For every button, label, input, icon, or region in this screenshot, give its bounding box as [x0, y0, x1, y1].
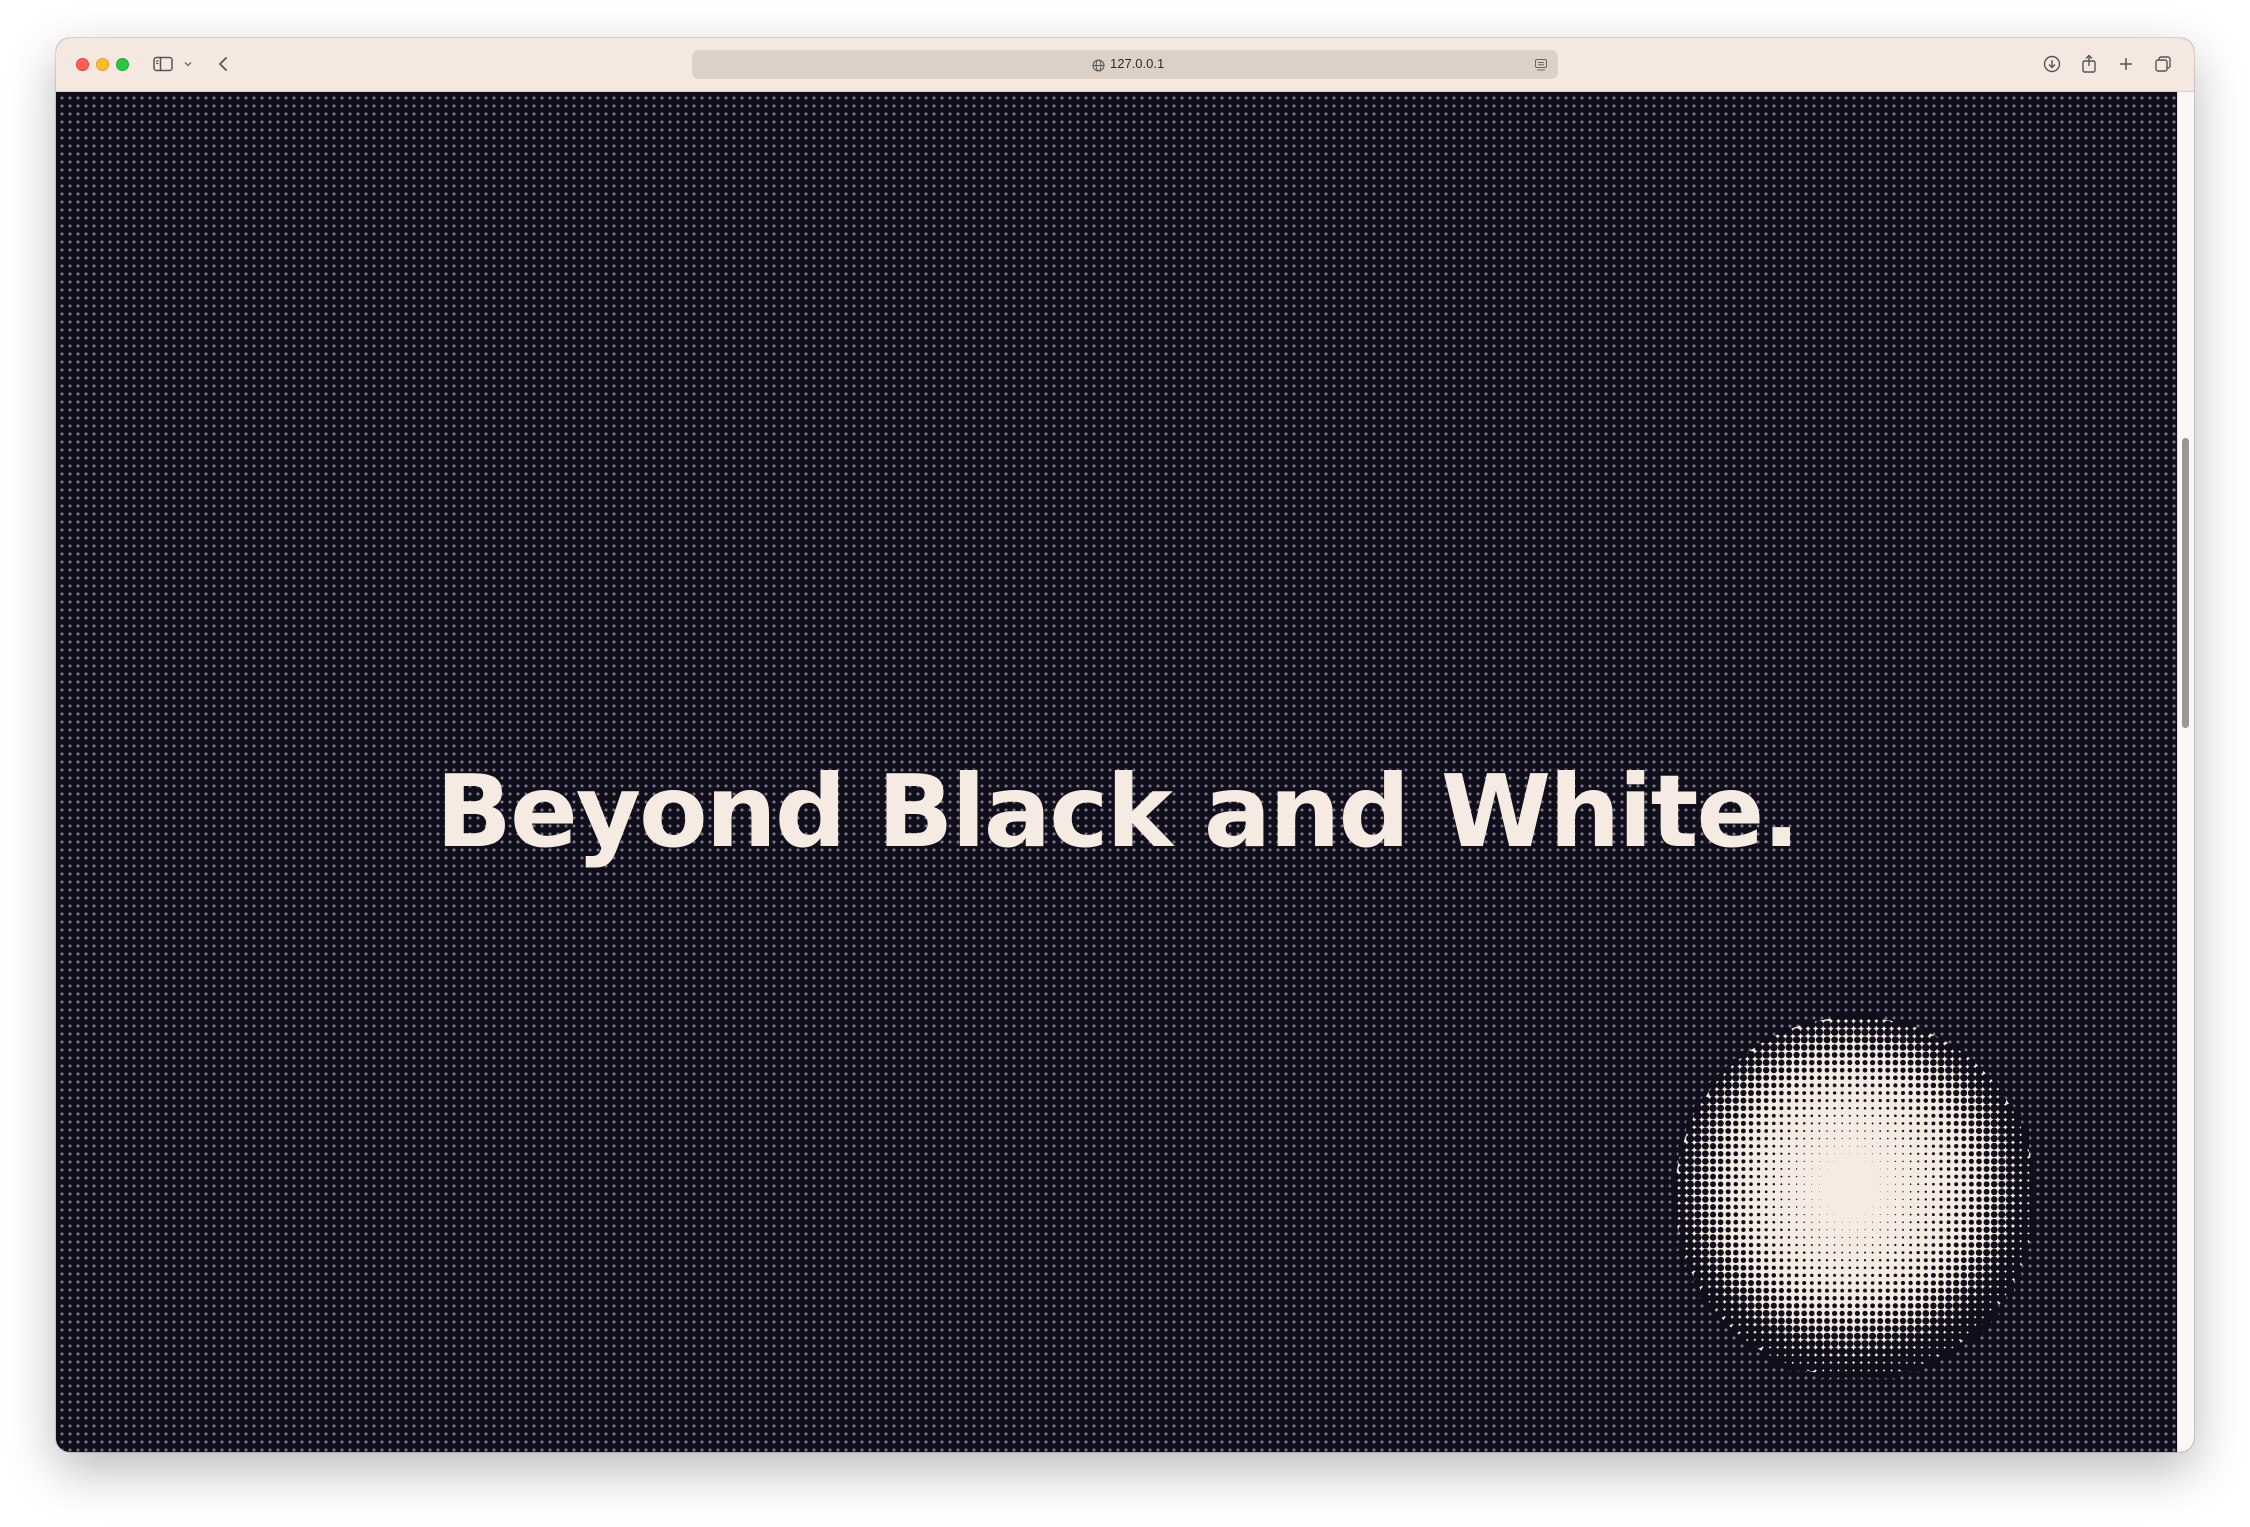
vertical-scrollbar[interactable] [2177, 92, 2194, 1452]
reader-mode-icon[interactable] [1534, 57, 1548, 76]
address-url: 127.0.0.1 [1110, 56, 1165, 71]
share-icon[interactable] [2080, 52, 2098, 76]
browser-toolbar: 127.0.0.1 [56, 38, 2194, 92]
page-content: Beyond Black and White. [56, 92, 2178, 1452]
scrollbar-thumb[interactable] [2182, 438, 2189, 728]
sidebar-icon[interactable] [152, 52, 174, 76]
browser-window: 127.0.0.1 Beyond Black and White. [56, 38, 2194, 1452]
page-headline: Beyond Black and White. [435, 753, 1801, 870]
zoom-window-button[interactable] [116, 58, 129, 71]
globe-icon [1092, 57, 1105, 76]
minimize-window-button[interactable] [96, 58, 109, 71]
chevron-left-icon[interactable] [216, 52, 230, 76]
close-window-button[interactable] [76, 58, 89, 71]
address-bar[interactable]: 127.0.0.1 [692, 50, 1558, 79]
halftone-sphere [1670, 1012, 2037, 1379]
plus-icon[interactable] [2117, 52, 2135, 76]
chevron-down-icon[interactable] [183, 52, 193, 76]
tab-overview-icon[interactable] [2153, 52, 2173, 76]
download-icon[interactable] [2042, 52, 2062, 76]
